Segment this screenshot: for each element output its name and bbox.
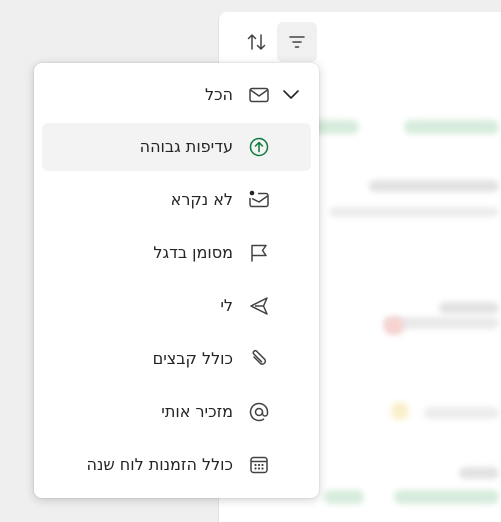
- mention-icon: [247, 400, 271, 424]
- blurred-content: [324, 490, 364, 504]
- blurred-content: [384, 317, 404, 335]
- mail-unread-icon: [247, 188, 271, 212]
- filter-item-unread[interactable]: לא נקרא: [42, 176, 311, 224]
- blurred-content: [391, 402, 409, 420]
- filter-item-flagged[interactable]: מסומן בדגל: [42, 229, 311, 277]
- sort-arrows-icon: [246, 31, 268, 53]
- blurred-content: [424, 407, 499, 419]
- sort-button[interactable]: [237, 22, 277, 62]
- message-list-toolbar: [219, 12, 501, 68]
- filter-item-label: עדיפות גבוהה: [139, 137, 233, 156]
- filter-item-all[interactable]: הכל: [42, 71, 311, 119]
- filter-menu: הכל עדיפות גבוהה לא נקרא מסומן בדגל לי כ…: [34, 63, 319, 498]
- filter-lines-icon: [287, 32, 307, 52]
- filter-item-calendar-invites[interactable]: כולל הזמנות לוח שנה: [42, 441, 311, 489]
- filter-item-label: לא נקרא: [170, 190, 233, 209]
- flag-icon: [247, 241, 271, 265]
- filter-item-label: כולל הזמנות לוח שנה: [86, 455, 233, 474]
- filter-item-label: מזכיר אותי: [161, 402, 233, 421]
- blurred-content: [369, 180, 499, 192]
- send-icon: [247, 294, 271, 318]
- filter-item-to-me[interactable]: לי: [42, 282, 311, 330]
- filter-item-label: הכל: [204, 85, 233, 104]
- paperclip-icon: [247, 347, 271, 371]
- blurred-content: [439, 302, 499, 314]
- filter-item-mentions-me[interactable]: מזכיר אותי: [42, 388, 311, 436]
- blurred-content: [394, 490, 499, 504]
- checkmark-icon: [279, 83, 303, 107]
- filter-item-high-priority[interactable]: עדיפות גבוהה: [42, 123, 311, 171]
- filter-item-label: לי: [220, 296, 233, 315]
- blurred-content: [404, 120, 499, 134]
- filter-button[interactable]: [277, 22, 317, 62]
- filter-item-label: מסומן בדגל: [153, 243, 233, 262]
- blurred-content: [459, 467, 499, 479]
- calendar-icon: [247, 453, 271, 477]
- blurred-content: [329, 207, 499, 217]
- filter-item-has-attachments[interactable]: כולל קבצים: [42, 335, 311, 383]
- filter-item-label: כולל קבצים: [152, 349, 233, 368]
- arrow-up-circle-icon: [247, 135, 271, 159]
- mail-icon: [247, 83, 271, 107]
